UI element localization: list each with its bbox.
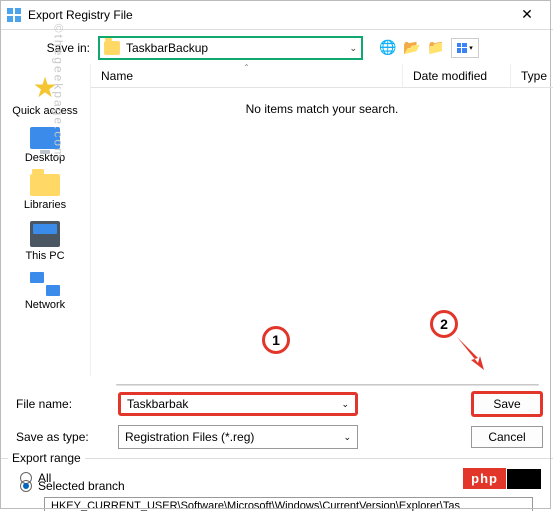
file-list-pane[interactable]: Name ⌃ Date modified Type No items match… (90, 64, 553, 376)
place-label: Network (25, 299, 65, 311)
place-libraries[interactable]: Libraries (0, 170, 90, 215)
place-network[interactable]: Network (0, 268, 90, 315)
window-close-button[interactable]: ✕ (507, 1, 547, 29)
annotation-arrow-icon (454, 334, 492, 377)
radio-selected-label: Selected branch (38, 479, 125, 493)
folder-icon (104, 41, 120, 55)
chevron-down-icon: ⌄ (341, 399, 349, 410)
radio-on-icon (20, 480, 32, 492)
place-label: Quick access (12, 105, 77, 117)
sort-indicator-icon: ⌃ (243, 63, 250, 72)
place-quick-access[interactable]: ★ Quick access (0, 70, 90, 121)
new-folder-icon[interactable]: 📁 (427, 38, 445, 56)
views-grid-icon (457, 43, 467, 53)
network-icon (30, 272, 60, 296)
views-menu-button[interactable]: ▾ (451, 38, 479, 58)
save-as-type-combo[interactable]: Registration Files (*.reg) ⌄ (118, 425, 358, 449)
chevron-down-icon: ▾ (469, 44, 473, 52)
file-name-input[interactable]: Taskbarbak ⌄ (118, 392, 358, 416)
save-in-folder-name: TaskbarBackup (126, 41, 343, 55)
back-icon[interactable]: 🌐 (379, 38, 397, 56)
branch-path-value: HKEY_CURRENT_USER\Software\Microsoft\Win… (51, 500, 460, 511)
column-type[interactable]: Type (511, 64, 553, 87)
up-level-icon[interactable]: 📂 (403, 38, 421, 56)
column-name[interactable]: Name ⌃ (91, 64, 403, 87)
pc-icon (30, 221, 60, 247)
chevron-down-icon: ⌄ (349, 43, 357, 54)
save-as-type-value: Registration Files (*.reg) (125, 430, 254, 444)
places-bar: ★ Quick access Desktop Libraries This PC… (0, 64, 90, 376)
save-in-combo[interactable]: TaskbarBackup ⌄ (98, 36, 363, 60)
chevron-down-icon: ⌄ (343, 432, 351, 443)
branch-path-input[interactable]: HKEY_CURRENT_USER\Software\Microsoft\Win… (44, 497, 533, 511)
window-title: Export Registry File (28, 8, 507, 22)
toolbar-icons: 🌐 📂 📁 ▾ (379, 38, 479, 58)
folder-icon (30, 174, 60, 196)
column-date-modified[interactable]: Date modified (403, 64, 511, 87)
place-desktop[interactable]: Desktop (0, 123, 90, 168)
watermark-text: ©thegeekpage.com (51, 24, 65, 160)
place-label: Libraries (24, 199, 66, 211)
registry-icon (6, 7, 22, 23)
php-logo-badge: php (463, 468, 541, 489)
export-range-legend: Export range (8, 451, 85, 465)
column-headers: Name ⌃ Date modified Type (91, 64, 553, 88)
export-registry-dialog: Export Registry File ✕ Save in: TaskbarB… (0, 0, 553, 511)
annotation-badge-1: 1 (262, 326, 290, 354)
inputs-area: File name: Taskbarbak ⌄ Save Save as typ… (0, 376, 553, 452)
cancel-button[interactable]: Cancel (471, 426, 543, 448)
title-bar: Export Registry File ✕ (0, 0, 553, 30)
annotation-badge-2: 2 (430, 310, 458, 338)
save-in-label: Save in: (10, 41, 90, 55)
place-this-pc[interactable]: This PC (0, 217, 90, 266)
place-label: This PC (25, 250, 64, 262)
empty-list-message: No items match your search. (91, 88, 553, 116)
file-name-value: Taskbarbak (127, 397, 188, 411)
save-button[interactable]: Save (471, 391, 543, 417)
save-as-type-label: Save as type: (10, 430, 110, 444)
save-in-row: Save in: TaskbarBackup ⌄ 🌐 📂 📁 ▾ (0, 30, 553, 64)
file-name-label: File name: (10, 397, 110, 411)
